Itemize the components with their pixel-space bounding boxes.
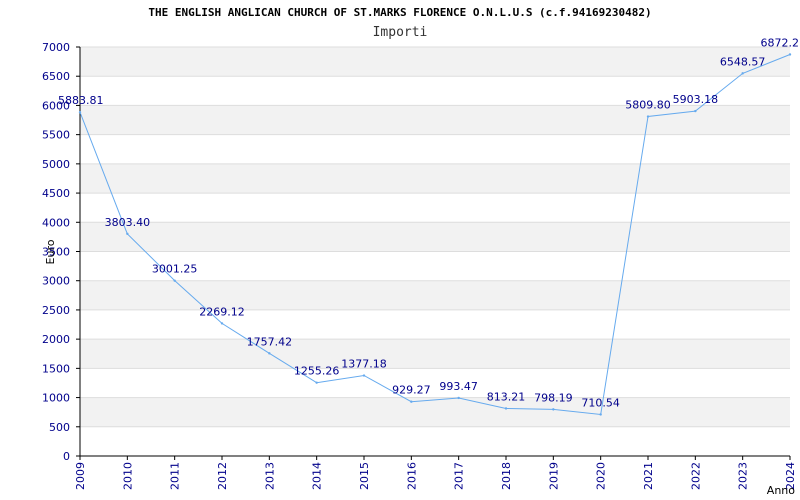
data-point <box>410 400 413 403</box>
x-tick-label: 2012 <box>216 462 229 490</box>
data-label: 1757.42 <box>247 335 292 348</box>
data-point <box>78 111 82 114</box>
data-label: 1377.18 <box>341 358 387 371</box>
y-tick-label: 5500 <box>42 129 70 142</box>
grid-band <box>80 222 790 252</box>
data-label: 3803.40 <box>105 216 151 229</box>
x-tick-label: 2018 <box>500 462 513 490</box>
y-tick-label: 2000 <box>42 333 70 346</box>
x-tick-label: 2023 <box>737 462 750 490</box>
x-tick-label: 2022 <box>689 462 702 490</box>
data-point <box>694 109 697 113</box>
y-tick-label: 4500 <box>42 187 70 200</box>
x-axis-title: Anno <box>767 484 795 497</box>
y-tick-label: 7000 <box>42 41 70 54</box>
data-label: 929.27 <box>392 384 431 397</box>
grid-band <box>80 47 790 77</box>
data-label: 993.47 <box>439 380 478 393</box>
data-point <box>646 115 650 118</box>
grid-band <box>80 163 790 194</box>
x-tick-label: 2017 <box>453 462 466 490</box>
x-axis-ticks: 2009 2010 2011 2012 2013 2014 2015 2016 2017 2018… <box>74 456 797 490</box>
y-tick-label: 500 <box>49 421 70 434</box>
data-label: 6548.57 <box>720 55 766 68</box>
data-label: 6872.2 <box>761 36 800 49</box>
x-tick-label: 2019 <box>547 462 560 490</box>
x-tick-label: 2009 <box>74 462 87 490</box>
data-point <box>788 53 792 56</box>
data-point <box>268 352 271 355</box>
data-point <box>315 381 318 384</box>
data-point <box>220 322 224 325</box>
grid-band <box>80 280 790 310</box>
data-point <box>741 72 744 75</box>
data-label: 5809.80 <box>625 99 671 112</box>
y-tick-label: 1500 <box>42 362 70 375</box>
data-label: 5903.18 <box>673 93 719 106</box>
data-label: 710.54 <box>581 396 620 409</box>
data-label: 5883.81 <box>58 94 104 107</box>
data-point <box>599 413 602 416</box>
y-tick-label: 1000 <box>42 392 70 405</box>
data-point <box>126 232 129 235</box>
data-label: 1255.26 <box>294 365 340 378</box>
x-tick-label: 2011 <box>169 462 182 490</box>
x-tick-label: 2010 <box>121 462 134 490</box>
data-point <box>504 407 508 410</box>
y-tick-label: 4000 <box>42 216 70 229</box>
data-point <box>173 279 176 282</box>
grid-band <box>80 105 790 135</box>
data-label: 798.19 <box>534 391 573 404</box>
x-tick-label: 2014 <box>311 462 324 490</box>
x-tick-label: 2013 <box>263 462 276 490</box>
line-chart: 0500100015002000250030003500400045005000… <box>42 36 800 497</box>
y-tick-label: 0 <box>63 450 70 463</box>
grid-band <box>80 397 790 427</box>
data-point <box>457 396 460 400</box>
y-tick-label: 5000 <box>42 158 70 171</box>
x-tick-label: 2021 <box>642 462 655 490</box>
y-tick-label: 3000 <box>42 275 70 288</box>
x-tick-label: 2016 <box>405 462 418 490</box>
data-point <box>362 374 366 377</box>
data-label: 813.21 <box>487 390 526 403</box>
x-tick-label: 2020 <box>595 462 608 490</box>
grid-band <box>80 339 790 369</box>
y-tick-label: 2500 <box>42 304 70 317</box>
y-axis-title: Euro <box>44 239 57 264</box>
x-tick-label: 2015 <box>358 462 371 490</box>
data-label: 3001.25 <box>152 263 198 276</box>
y-tick-label: 6500 <box>42 70 70 83</box>
data-label: 2269.12 <box>199 305 245 318</box>
data-point <box>552 408 555 411</box>
